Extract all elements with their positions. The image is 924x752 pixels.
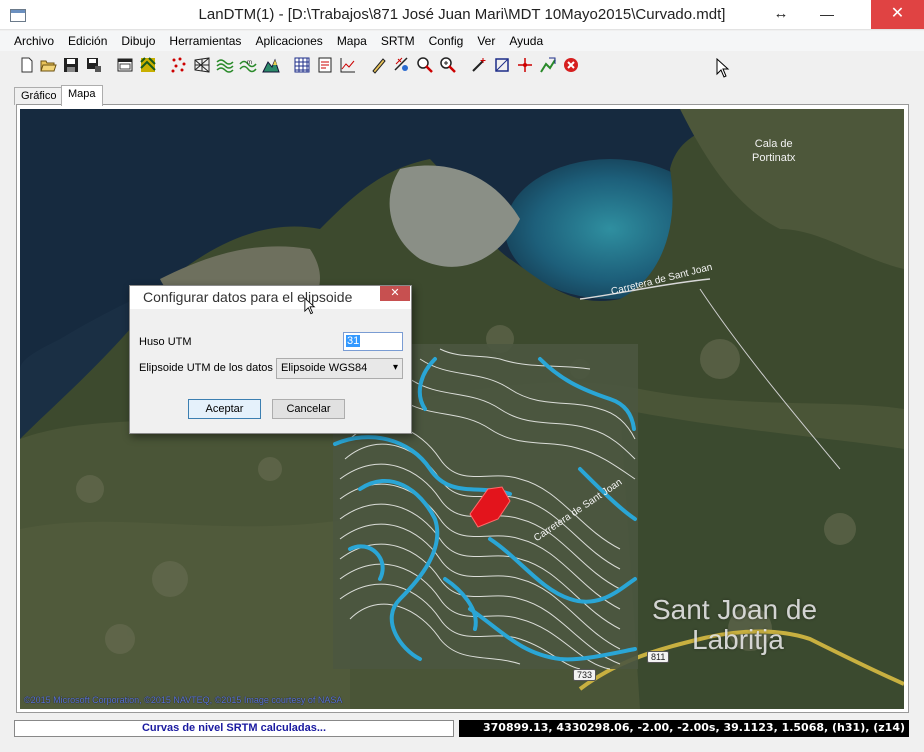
menu-aplicaciones[interactable]: Aplicaciones [248, 31, 329, 51]
menu-ver[interactable]: Ver [470, 31, 502, 51]
terrain-icon[interactable] [262, 56, 280, 74]
dialog-close-button[interactable]: ✕ [380, 286, 410, 301]
cancel-button[interactable]: Cancelar [272, 399, 345, 419]
ellipsoid-label: Elipsoide UTM de los datos [139, 362, 273, 374]
ellipsoid-select-value: Elipsoide WGS84 [281, 362, 368, 374]
place-cala-line1: Cala de [754, 138, 793, 150]
toolbar: m [0, 53, 924, 79]
status-coordinates: 370899.13, 4330298.06, -2.00, -2.00s, 39… [459, 720, 909, 737]
huso-value: 31 [346, 335, 361, 347]
window-title-bar: LanDTM(1) - [D:\Trabajos\871 José Juan M… [0, 0, 924, 30]
menu-archivo[interactable]: Archivo [7, 31, 61, 51]
dialog-title: Configurar datos para el elipsoide [143, 289, 353, 305]
grid-mesh-icon[interactable] [193, 56, 211, 74]
open-folder-icon[interactable] [39, 56, 57, 74]
zoom-extents-icon[interactable] [439, 56, 457, 74]
profile-icon[interactable] [339, 56, 357, 74]
dialog-title-bar: Configurar datos para el elipsoide ✕ [130, 286, 411, 309]
tab-mapa[interactable]: Mapa [61, 85, 103, 106]
road-shield-811: 811 [647, 651, 670, 663]
report-icon[interactable] [316, 56, 334, 74]
road-shield-733: 733 [573, 669, 597, 681]
new-file-icon[interactable] [18, 56, 36, 74]
table-grid-icon[interactable] [293, 56, 311, 74]
status-bar: Curvas de nivel SRTM calculadas... 37089… [0, 716, 924, 752]
town-label-line1: Sant Joan de [652, 594, 818, 625]
stop-icon[interactable] [562, 56, 580, 74]
edit-terrain-icon[interactable] [539, 56, 557, 74]
town-label-sant-joan: Sant Joan de Labritja [652, 595, 817, 655]
ellipsoid-select[interactable]: Elipsoide WGS84 ▾ [276, 358, 403, 379]
ellipsoid-config-dialog: Configurar datos para el elipsoide ✕ Hus… [129, 285, 412, 434]
contours-icon[interactable] [216, 56, 234, 74]
select-frame-icon[interactable] [493, 56, 511, 74]
menu-dibujo[interactable]: Dibujo [114, 31, 162, 51]
accept-button[interactable]: Aceptar [188, 399, 261, 419]
contour-labels-icon[interactable]: m [239, 56, 257, 74]
chevron-down-icon: ▾ [392, 362, 398, 373]
tab-grafico[interactable]: Gráfico [14, 87, 64, 105]
place-cala-line2: Portinatx [752, 152, 796, 164]
save-as-icon[interactable] [85, 56, 103, 74]
measure-icon[interactable] [393, 56, 411, 74]
close-button[interactable]: ✕ [871, 0, 924, 29]
map-copyright: ©2015 Microsoft Corporation, ©2015 NAVTE… [24, 695, 343, 705]
svg-text:m: m [247, 60, 252, 66]
dialog-cursor-icon [304, 297, 316, 315]
zoom-window-icon[interactable] [416, 56, 434, 74]
town-label-line2: Labritja [692, 624, 784, 655]
minimize-button[interactable]: — [804, 0, 850, 29]
magic-wand-icon[interactable] [470, 56, 488, 74]
mouse-cursor-icon [716, 58, 730, 78]
draw-pencil-icon[interactable] [370, 56, 388, 74]
menu-srtm[interactable]: SRTM [374, 31, 422, 51]
menu-ayuda[interactable]: Ayuda [502, 31, 550, 51]
texture-icon[interactable] [139, 56, 157, 74]
status-message: Curvas de nivel SRTM calculadas... [14, 720, 454, 737]
menu-mapa[interactable]: Mapa [330, 31, 374, 51]
points-icon[interactable] [170, 56, 188, 74]
menu-config[interactable]: Config [422, 31, 471, 51]
menu-edicion[interactable]: Edición [61, 31, 114, 51]
place-cala-portinatx: Cala de Portinatx [752, 137, 795, 165]
menu-bar: Archivo Edición Dibujo Herramientas Apli… [0, 31, 924, 51]
huso-label: Huso UTM [139, 336, 192, 348]
resize-icon[interactable]: ↔ [758, 0, 804, 29]
save-icon[interactable] [62, 56, 80, 74]
menu-herramientas[interactable]: Herramientas [162, 31, 248, 51]
window-icon[interactable] [116, 56, 134, 74]
crosshair-icon[interactable] [516, 56, 534, 74]
huso-input[interactable]: 31 [343, 332, 403, 351]
